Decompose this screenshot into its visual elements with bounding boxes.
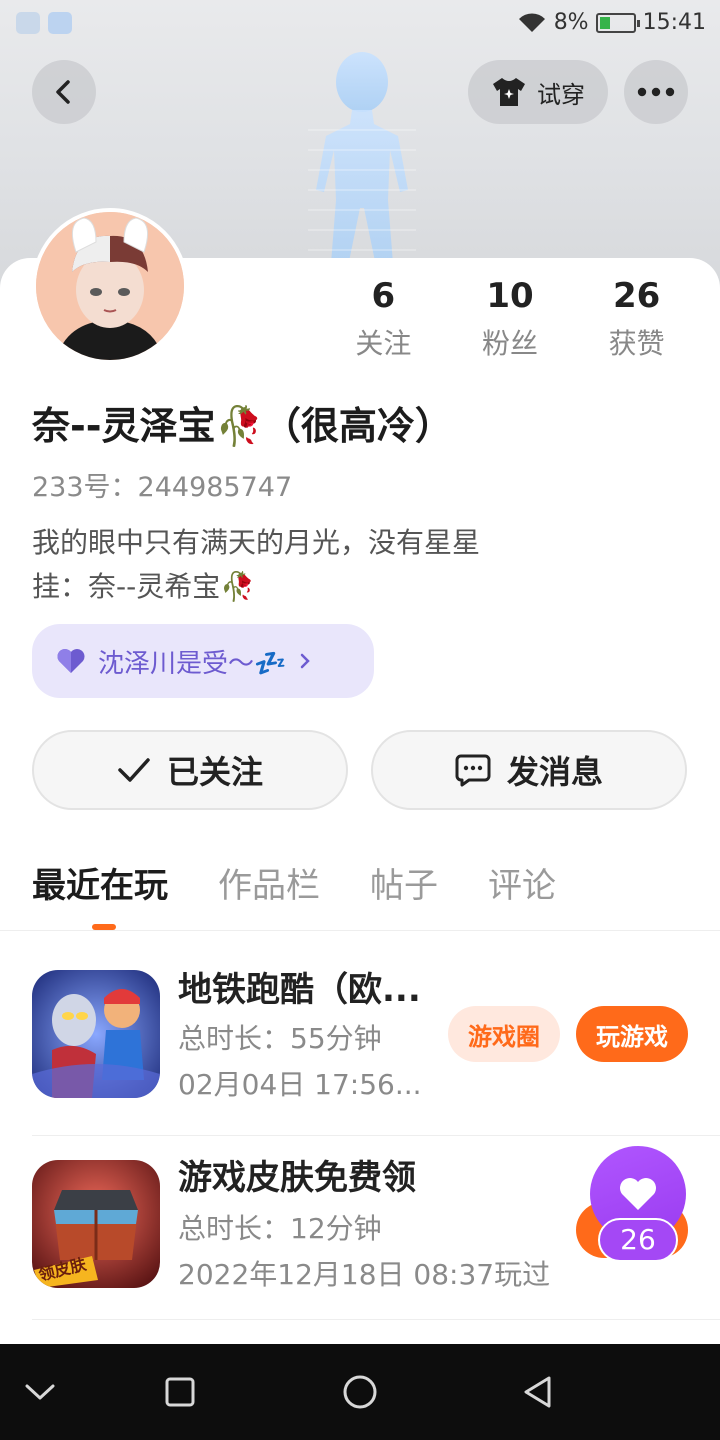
avatar-image bbox=[36, 212, 184, 360]
battery-icon bbox=[595, 12, 640, 33]
followed-label: 已关注 bbox=[166, 753, 263, 791]
stat-label: 关注 bbox=[355, 327, 412, 360]
game-icon-image bbox=[32, 970, 160, 1098]
tab-comments[interactable]: 评论 bbox=[488, 862, 556, 910]
more-options-button[interactable] bbox=[624, 60, 688, 124]
back-button[interactable] bbox=[32, 60, 96, 124]
game-title: 地铁跑酷（欧... bbox=[178, 970, 421, 1010]
stat-label: 获赞 bbox=[608, 327, 665, 360]
avatar[interactable] bbox=[32, 208, 188, 364]
tab-recently-played[interactable]: 最近在玩 bbox=[32, 862, 168, 910]
status-notification-icons bbox=[16, 12, 72, 34]
stat-followers[interactable]: 10 粉丝 bbox=[447, 276, 574, 364]
system-navigation-bar bbox=[0, 1344, 720, 1440]
game-list-item[interactable]: 地铁跑酷（欧... 总时长：55分钟 02月04日 17:56... 游戏圈 玩… bbox=[32, 946, 720, 1136]
play-game-button[interactable]: 玩游戏 bbox=[576, 1006, 688, 1062]
game-duration: 总时长：12分钟 bbox=[178, 1212, 382, 1245]
cp-tag-label: 沈泽川是受～💤 bbox=[98, 648, 287, 679]
stat-likes[interactable]: 26 获赞 bbox=[573, 276, 700, 364]
game-icon-free-skins[interactable]: 领皮肤 bbox=[32, 1160, 160, 1288]
tabs-divider bbox=[0, 930, 720, 931]
heart-icon bbox=[620, 1178, 656, 1210]
nav-home-button[interactable] bbox=[336, 1368, 384, 1416]
more-dots-icon bbox=[637, 87, 675, 97]
stat-label: 粉丝 bbox=[482, 327, 539, 360]
stat-value: 10 bbox=[486, 276, 534, 316]
username: 奈--灵泽宝🥀（很高冷） bbox=[32, 404, 453, 448]
wifi-icon bbox=[518, 12, 545, 32]
status-bar: 8% 15:41 bbox=[0, 0, 720, 48]
stat-following[interactable]: 6 关注 bbox=[320, 276, 447, 364]
weather-icon bbox=[16, 12, 40, 34]
nav-back-button[interactable] bbox=[514, 1368, 562, 1416]
game-duration: 总时长：55分钟 bbox=[178, 1022, 382, 1055]
bio-line-1: 我的眼中只有满天的月光，没有星星 bbox=[32, 526, 481, 559]
triangle-back-icon bbox=[524, 1376, 551, 1408]
bio-line-2: 挂：奈--灵希宝🥀 bbox=[32, 570, 256, 603]
stat-value: 26 bbox=[613, 276, 661, 316]
profile-stats: 6 关注 10 粉丝 26 获赞 bbox=[320, 276, 700, 364]
square-icon bbox=[165, 1377, 195, 1407]
cp-relationship-tag[interactable]: 沈泽川是受～💤 bbox=[32, 624, 374, 698]
followed-button[interactable]: 已关注 bbox=[32, 730, 348, 810]
chevron-down-icon bbox=[25, 1384, 55, 1400]
stat-value: 6 bbox=[371, 276, 396, 316]
chat-bubble-icon bbox=[455, 754, 491, 787]
like-count-badge: 26 bbox=[598, 1218, 678, 1262]
try-on-label: 试穿 bbox=[537, 80, 585, 109]
tshirt-icon bbox=[493, 78, 525, 106]
game-circle-button[interactable]: 游戏圈 bbox=[448, 1006, 560, 1062]
avatar-figure-hologram bbox=[308, 52, 416, 276]
send-message-button[interactable]: 发消息 bbox=[371, 730, 687, 810]
clock: 15:41 bbox=[642, 10, 706, 35]
app-notification-icon bbox=[48, 12, 72, 34]
chevron-right-icon bbox=[301, 653, 311, 669]
nav-recents-button[interactable] bbox=[156, 1368, 204, 1416]
tab-works[interactable]: 作品栏 bbox=[218, 862, 320, 910]
chevron-left-icon bbox=[56, 80, 70, 104]
user-id: 233号：244985747 bbox=[32, 472, 293, 503]
profile-tabs: 最近在玩 作品栏 帖子 评论 bbox=[32, 862, 556, 910]
try-on-button[interactable]: 试穿 bbox=[468, 60, 608, 124]
game-icon-subway-surfers[interactable] bbox=[32, 970, 160, 1098]
battery-percent: 8% bbox=[553, 10, 589, 35]
check-icon bbox=[118, 758, 150, 782]
heart-icon bbox=[57, 649, 85, 673]
tab-posts[interactable]: 帖子 bbox=[370, 862, 438, 910]
game-last-played: 02月04日 17:56... bbox=[178, 1068, 422, 1101]
send-message-label: 发消息 bbox=[506, 753, 603, 791]
circle-icon bbox=[343, 1375, 377, 1409]
game-title: 游戏皮肤免费领 bbox=[178, 1158, 416, 1198]
game-last-played: 2022年12月18日 08:37玩过 bbox=[178, 1258, 551, 1291]
nav-hide-button[interactable] bbox=[16, 1368, 64, 1416]
